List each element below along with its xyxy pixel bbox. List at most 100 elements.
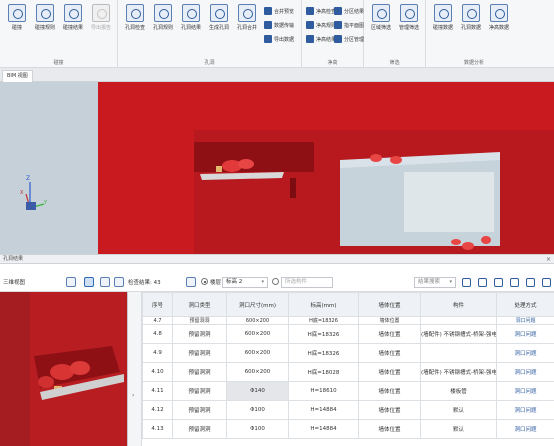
opening-rule-icon xyxy=(154,4,172,22)
table-row-selected[interactable]: 4.11 预留洞洞 Φ140 H=18610 墙体位置 楼板管 洞口问题 xyxy=(142,381,554,401)
fit-view-icon[interactable] xyxy=(84,277,94,287)
collision-button[interactable]: 碰撞 xyxy=(2,4,32,44)
collision-rule-icon xyxy=(36,4,54,22)
data-transfer-icon xyxy=(264,21,272,29)
zone-manage-button[interactable]: 分区管理 xyxy=(334,34,364,44)
clearance-result-icon xyxy=(306,35,314,43)
refresh-icon[interactable] xyxy=(526,278,535,287)
screenshot-icon[interactable] xyxy=(100,277,110,287)
view-tab-bar: BIM 视图 xyxy=(0,68,554,82)
merge-preview-button[interactable]: 合并预览 xyxy=(264,6,294,16)
clearance-data-icon xyxy=(490,4,508,22)
area-filter-button[interactable]: 区域筛选 xyxy=(366,4,396,44)
merge-preview-icon xyxy=(264,7,272,15)
opening-check-button[interactable]: 孔洞检查 xyxy=(120,4,150,44)
ribbon-toolbar: 碰撞 碰撞规则 碰撞结果 导出报告 碰撞 孔洞检查 孔洞规则 孔洞结果 生成孔洞… xyxy=(0,0,554,68)
collision-result-icon xyxy=(64,4,82,22)
check-result-count: 检查结果: 43 xyxy=(128,280,161,286)
opening-merge-icon xyxy=(238,4,256,22)
ribbon-group-opening: 孔洞检查 孔洞规则 孔洞结果 生成孔洞 孔洞合并 合并预览 数据传输 导出数据 … xyxy=(118,0,302,68)
chevron-down-icon: ▾ xyxy=(261,279,264,285)
column-header[interactable]: 洞口尺寸(mm) xyxy=(226,292,289,317)
collision-data-button[interactable]: 碰撞数据 xyxy=(428,4,458,44)
tab-bim-view[interactable]: BIM 视图 xyxy=(2,70,33,82)
zone-manage-icon xyxy=(334,35,342,43)
share-icon[interactable] xyxy=(478,278,487,287)
table-header-row: 序号 洞口类型 洞口尺寸(mm) 标高(mm) 墙体位置 构件 处理方式 xyxy=(142,292,554,317)
ribbon-group-analysis: 碰撞数据 孔洞数据 净高数据 数据分析 xyxy=(426,0,522,68)
column-header[interactable]: 处理方式 xyxy=(496,292,554,317)
locate-icon[interactable] xyxy=(462,278,471,287)
eye-icon[interactable] xyxy=(186,277,196,287)
svg-text:X: X xyxy=(20,190,24,196)
table-row[interactable]: 4.13 预留洞洞 Φ100 H=14884 墙体位置 默认 洞口问题 xyxy=(142,419,554,439)
opening-result-table: 序号 洞口类型 洞口尺寸(mm) 标高(mm) 墙体位置 构件 处理方式 4.7… xyxy=(142,292,554,446)
ribbon-group-filter: 区域筛选 管理筛选 筛选 xyxy=(364,0,426,68)
opening-data-button[interactable]: 孔洞数据 xyxy=(456,4,486,44)
plan-view-button[interactable]: 指平面图 xyxy=(334,20,364,30)
column-header[interactable]: 标高(mm) xyxy=(288,292,359,317)
collision-result-button[interactable]: 碰撞结果 xyxy=(58,4,88,44)
result-toolbar: 三维视图 检查结果: 43 楼层 标高 2 ▾ 所选构件 结果搜索 ▾ xyxy=(0,274,554,292)
opening-result-icon xyxy=(182,4,200,22)
data-transfer-button[interactable]: 数据传输 xyxy=(264,20,294,30)
export-icon[interactable] xyxy=(114,277,124,287)
opening-merge-button[interactable]: 孔洞合并 xyxy=(232,4,262,44)
clearance-result-button[interactable]: 净高结果 xyxy=(306,34,336,44)
column-header[interactable]: 构件 xyxy=(420,292,497,317)
color-icon[interactable] xyxy=(66,277,76,287)
thumbnail-scene xyxy=(0,292,127,446)
table-row[interactable]: 4.10 预留洞洞 600×200 H底=18028 墙体位置 (墙配件) 不锈… xyxy=(142,362,554,382)
generate-opening-button[interactable]: 生成孔洞 xyxy=(204,4,234,44)
svg-text:Z: Z xyxy=(26,175,30,182)
ribbon-group-label: 净高 xyxy=(327,60,338,66)
ribbon-group-label: 碰撞 xyxy=(53,60,64,66)
ribbon-group-label: 筛选 xyxy=(389,60,400,66)
ribbon-group-label: 数据分析 xyxy=(463,60,484,66)
generate-opening-icon xyxy=(210,4,228,22)
plan-view-icon xyxy=(334,21,342,29)
table-row[interactable]: 4.8 预留洞洞 600×200 H底=18326 墙体位置 (墙配件) 不锈钢… xyxy=(142,324,554,344)
column-header[interactable]: 墙体位置 xyxy=(358,292,421,317)
opening-rule-button[interactable]: 孔洞规则 xyxy=(148,4,178,44)
app-window: 碰撞 碰撞规则 碰撞结果 导出报告 碰撞 孔洞检查 孔洞规则 孔洞结果 生成孔洞… xyxy=(0,0,554,446)
settings-icon[interactable] xyxy=(542,278,551,287)
export-data-button[interactable]: 导出数据 xyxy=(264,34,294,44)
model-scene: Z X Y xyxy=(0,82,554,254)
floor-mode-radio[interactable] xyxy=(201,278,208,285)
column-header[interactable]: 洞口类型 xyxy=(172,292,227,317)
ribbon-group-collision: 碰撞 碰撞规则 碰撞结果 导出报告 碰撞 xyxy=(0,0,118,68)
clearance-data-button[interactable]: 净高数据 xyxy=(484,4,514,44)
component-filter-input[interactable]: 所选构件 xyxy=(281,277,333,288)
manage-filter-button[interactable]: 管理筛选 xyxy=(394,4,424,44)
list-icon[interactable] xyxy=(510,278,519,287)
close-icon[interactable]: × xyxy=(546,255,551,264)
opening-check-icon xyxy=(126,4,144,22)
view-label: 三维视图 xyxy=(3,280,26,286)
column-header[interactable]: 序号 xyxy=(142,292,173,317)
chevron-down-icon: ▾ xyxy=(449,279,452,285)
manage-filter-icon xyxy=(400,4,418,22)
export-data-icon xyxy=(264,35,272,43)
opening-result-button[interactable]: 孔洞结果 xyxy=(176,4,206,44)
collision-icon xyxy=(8,4,26,22)
clearance-rule-button[interactable]: 净高规则 xyxy=(306,20,336,30)
collision-data-icon xyxy=(434,4,452,22)
current-row-indicator: › xyxy=(132,392,135,399)
thumbnail-3d-view[interactable] xyxy=(0,292,128,446)
opening-marker xyxy=(216,166,222,172)
table-row[interactable]: 4.7 预留洞洞 600×200 H底=18326 墙体位置 洞口问题 xyxy=(142,316,554,325)
table-row[interactable]: 4.9 预留洞洞 600×200 H底=18326 墙体位置 洞口问题 xyxy=(142,343,554,363)
zone-result-icon xyxy=(334,7,342,15)
floor-select[interactable]: 标高 2 ▾ xyxy=(222,277,268,288)
clearance-check-icon xyxy=(306,7,314,15)
collision-rule-button[interactable]: 碰撞规则 xyxy=(30,4,60,44)
result-search-input[interactable]: 结果搜索 ▾ xyxy=(414,277,456,288)
component-mode-radio[interactable] xyxy=(272,278,279,285)
zone-result-button[interactable]: 分区结果 xyxy=(334,6,364,16)
edit-icon[interactable] xyxy=(494,278,503,287)
export-report-button[interactable]: 导出报告 xyxy=(86,4,116,44)
table-row[interactable]: 4.12 预留洞洞 Φ100 H=14884 墙体位置 默认 洞口问题 xyxy=(142,400,554,420)
bim-3d-viewport[interactable]: Z X Y xyxy=(0,82,554,254)
clearance-check-button[interactable]: 净高检查 xyxy=(306,6,336,16)
